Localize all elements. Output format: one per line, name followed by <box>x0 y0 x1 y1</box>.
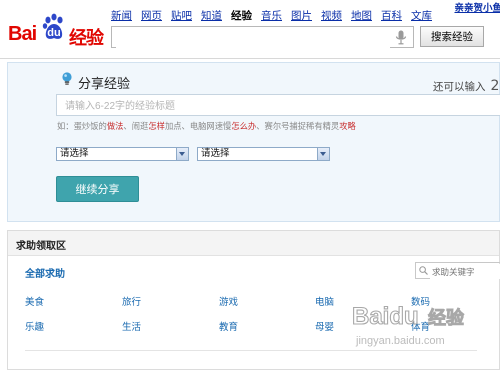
logo-bai: Bai <box>8 23 36 46</box>
chevron-down-icon[interactable] <box>176 148 188 160</box>
category-select-1-value: 请选择 <box>60 148 89 159</box>
search-icon <box>419 266 428 275</box>
hint-part: 蛋炒饭的 <box>74 121 107 131</box>
search-button[interactable]: 搜索经验 <box>420 26 484 47</box>
hint-prefix: 如： <box>57 121 74 131</box>
search-box <box>111 26 414 48</box>
help-search-box <box>415 262 500 279</box>
nav-video[interactable]: 视频 <box>321 9 342 23</box>
user-link[interactable]: 亲亲贺小鱼 <box>454 0 500 14</box>
nav-news[interactable]: 新闻 <box>111 9 132 23</box>
hint-part: 、赛尔号捕捉稀有精灵 <box>256 121 339 131</box>
category-link-education[interactable]: 教育 <box>219 319 238 333</box>
hint-keyword: 攻略 <box>339 121 356 131</box>
category-link-fun[interactable]: 乐趣 <box>25 319 44 333</box>
category-link-sports[interactable]: 体育 <box>411 319 430 333</box>
help-title: 求助领取区 <box>16 237 66 252</box>
experience-title-field <box>56 94 500 116</box>
hint-keyword: 怎么办 <box>231 121 256 131</box>
nav-jingyan[interactable]: 经验 <box>231 9 252 23</box>
share-panel: 分享经验 还可以输入 22 如：蛋炒饭的做法、闹逛怎样加点、电脑网速慢怎么办、赛尔… <box>7 62 500 222</box>
chevron-down-icon[interactable] <box>317 148 329 160</box>
category-link-life[interactable]: 生活 <box>122 319 141 333</box>
help-header: 求助领取区 <box>8 231 499 256</box>
category-select-2-value: 请选择 <box>201 148 230 159</box>
search-input[interactable] <box>116 28 390 48</box>
help-search-input[interactable] <box>430 264 500 279</box>
nav-tieba[interactable]: 贴吧 <box>171 9 192 23</box>
divider <box>25 350 477 351</box>
hint-keyword: 怎样 <box>148 121 165 131</box>
product-nav: 新闻 网页 贴吧 知道 经验 音乐 图片 视频 地图 百科 文库 <box>111 9 441 23</box>
baidu-jingyan-logo[interactable]: Bai du 经验 <box>8 13 108 47</box>
nav-baike[interactable]: 百科 <box>381 9 402 23</box>
experience-title-input[interactable] <box>63 96 497 116</box>
nav-images[interactable]: 图片 <box>291 9 312 23</box>
share-title: 分享经验 <box>78 73 130 92</box>
category-link-food[interactable]: 美食 <box>25 294 44 308</box>
lightbulb-icon <box>61 71 73 87</box>
category-link-games[interactable]: 游戏 <box>219 294 238 308</box>
remaining-label: 还可以输入 <box>433 81 486 93</box>
microphone-icon[interactable] <box>395 30 407 45</box>
title-hint: 如：蛋炒饭的做法、闹逛怎样加点、电脑网速慢怎么办、赛尔号捕捉稀有精灵攻略 <box>57 120 356 132</box>
nav-wenku[interactable]: 文库 <box>411 9 432 23</box>
remaining-count: 22 <box>491 78 500 94</box>
category-select-2[interactable]: 请选择 <box>197 147 330 161</box>
nav-zhidao[interactable]: 知道 <box>201 9 222 23</box>
nav-music[interactable]: 音乐 <box>261 9 282 23</box>
category-link-computer[interactable]: 电脑 <box>315 294 334 308</box>
hint-keyword: 做法 <box>107 121 124 131</box>
logo-jingyan: 经验 <box>69 24 103 50</box>
header: Bai du 经验 新闻 网页 贴吧 知道 经验 音乐 图片 视频 地图 百科 … <box>0 0 500 59</box>
hint-part: 加点、电脑网速慢 <box>165 121 231 131</box>
all-help-link[interactable]: 全部求助 <box>25 265 65 280</box>
remaining-counter: 还可以输入 22 <box>433 78 500 94</box>
category-link-travel[interactable]: 旅行 <box>122 294 141 308</box>
help-panel: 求助领取区 全部求助 美食 旅行 游戏 电脑 数码 乐趣 生活 教育 母婴 体育 <box>7 230 500 370</box>
nav-web[interactable]: 网页 <box>141 9 162 23</box>
category-link-parenting[interactable]: 母婴 <box>315 319 334 333</box>
nav-map[interactable]: 地图 <box>351 9 372 23</box>
category-select-1[interactable]: 请选择 <box>56 147 189 161</box>
category-link-digital[interactable]: 数码 <box>411 294 430 308</box>
continue-share-button[interactable]: 继续分享 <box>56 176 139 202</box>
logo-du: du <box>45 27 63 39</box>
hint-part: 、闹逛 <box>123 121 148 131</box>
